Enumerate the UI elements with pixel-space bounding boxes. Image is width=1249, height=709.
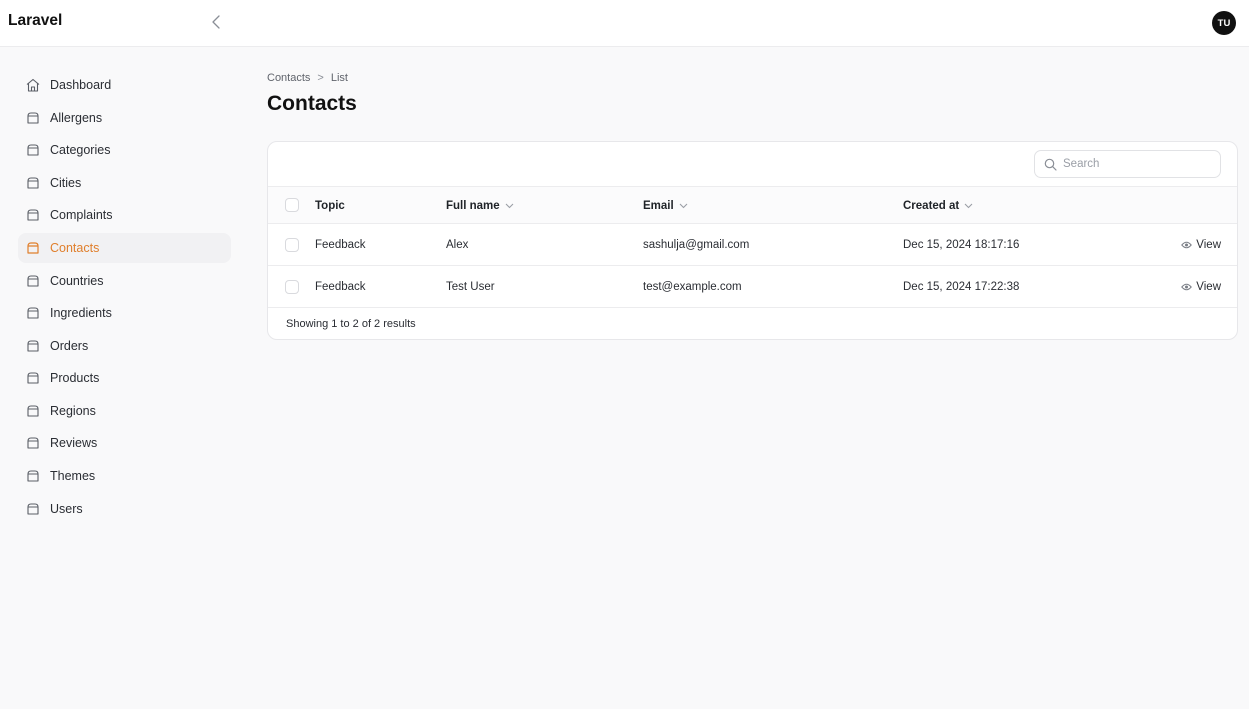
box-icon: [25, 110, 41, 126]
view-button[interactable]: View: [1181, 266, 1221, 307]
table-row[interactable]: Feedback Alex sashulja@gmail.com Dec 15,…: [268, 224, 1237, 266]
collapse-sidebar-button[interactable]: [206, 11, 226, 33]
sidebar-item-label: Allergens: [50, 111, 103, 125]
eye-icon: [1181, 283, 1193, 291]
box-icon: [25, 175, 41, 191]
box-icon: [25, 468, 41, 484]
breadcrumb-parent-link[interactable]: Contacts: [267, 72, 310, 84]
column-header-email[interactable]: Email: [643, 187, 688, 224]
sort-chevron-icon: [679, 203, 688, 209]
row-checkbox[interactable]: [285, 280, 299, 294]
box-icon: [25, 207, 41, 223]
column-label: Topic: [315, 199, 345, 212]
top-bar: Laravel TU: [0, 0, 1249, 47]
sidebar-item-categories[interactable]: Categories: [18, 135, 231, 165]
sidebar-item-label: Categories: [50, 143, 111, 157]
sidebar-item-users[interactable]: Users: [18, 494, 231, 524]
view-label: View: [1196, 280, 1221, 293]
brand-logo[interactable]: Laravel: [8, 12, 62, 30]
view-label: View: [1196, 238, 1221, 251]
sort-chevron-icon: [964, 203, 973, 209]
sidebar-item-complaints[interactable]: Complaints: [18, 200, 231, 230]
cell-email: sashulja@gmail.com: [643, 238, 750, 251]
eye-icon: [1181, 241, 1193, 249]
sidebar-item-contacts[interactable]: Contacts: [18, 233, 231, 263]
sidebar-item-label: Themes: [50, 469, 96, 483]
sidebar-item-label: Reviews: [50, 436, 98, 450]
column-label: Full name: [446, 199, 500, 212]
search-icon: [1044, 158, 1057, 171]
sidebar-item-regions[interactable]: Regions: [18, 396, 231, 426]
search-field[interactable]: [1034, 150, 1221, 178]
column-header-full-name[interactable]: Full name: [446, 187, 514, 224]
box-icon: [25, 435, 41, 451]
breadcrumb: Contacts > List: [267, 72, 348, 84]
column-header-topic: Topic: [315, 187, 345, 224]
table-row[interactable]: Feedback Test User test@example.com Dec …: [268, 266, 1237, 308]
table-header: Topic Full name Email Created at: [268, 186, 1237, 224]
sidebar-item-label: Cities: [50, 176, 82, 190]
box-icon: [25, 142, 41, 158]
box-icon: [25, 273, 41, 289]
cell-email: test@example.com: [643, 280, 742, 293]
chevron-left-icon: [212, 15, 220, 29]
box-icon: [25, 338, 41, 354]
box-icon: [25, 501, 41, 517]
sidebar-item-countries[interactable]: Countries: [18, 266, 231, 296]
sidebar-item-label: Orders: [50, 339, 89, 353]
cell-topic: Feedback: [315, 280, 366, 293]
sidebar-item-ingredients[interactable]: Ingredients: [18, 298, 231, 328]
contacts-table-card: Topic Full name Email Created at Feedbac…: [267, 141, 1238, 340]
box-icon: [25, 370, 41, 386]
row-checkbox[interactable]: [285, 238, 299, 252]
select-all-checkbox[interactable]: [285, 198, 299, 212]
page-title: Contacts: [267, 92, 357, 115]
view-button[interactable]: View: [1181, 224, 1221, 265]
cell-full-name: Alex: [446, 238, 469, 251]
sidebar-item-label: Contacts: [50, 241, 100, 255]
sidebar-item-label: Regions: [50, 404, 96, 418]
sidebar-item-cities[interactable]: Cities: [18, 168, 231, 198]
sidebar-item-label: Products: [50, 371, 100, 385]
box-icon: [25, 240, 41, 256]
search-input[interactable]: [1063, 158, 1203, 170]
cell-created-at: Dec 15, 2024 17:22:38: [903, 280, 1020, 293]
sidebar-item-products[interactable]: Products: [18, 363, 231, 393]
sidebar: Dashboard Allergens Categories Cities Co…: [0, 47, 248, 709]
sidebar-item-orders[interactable]: Orders: [18, 331, 231, 361]
cell-full-name: Test User: [446, 280, 495, 293]
home-icon: [25, 77, 41, 93]
user-avatar[interactable]: TU: [1212, 11, 1236, 35]
column-label: Email: [643, 199, 674, 212]
column-header-created-at[interactable]: Created at: [903, 187, 973, 224]
sidebar-item-label: Countries: [50, 274, 104, 288]
box-icon: [25, 305, 41, 321]
sidebar-item-themes[interactable]: Themes: [18, 461, 231, 491]
sidebar-item-label: Users: [50, 502, 83, 516]
breadcrumb-current: List: [330, 72, 348, 84]
sidebar-item-reviews[interactable]: Reviews: [18, 428, 231, 458]
cell-topic: Feedback: [315, 238, 366, 251]
sidebar-item-label: Dashboard: [50, 78, 112, 92]
sidebar-item-label: Complaints: [50, 208, 113, 222]
sidebar-item-label: Ingredients: [50, 306, 112, 320]
cell-created-at: Dec 15, 2024 18:17:16: [903, 238, 1020, 251]
breadcrumb-separator: >: [317, 72, 324, 84]
pagination-summary: Showing 1 to 2 of 2 results: [286, 318, 416, 330]
sidebar-item-dashboard[interactable]: Dashboard: [18, 70, 231, 100]
sidebar-item-allergens[interactable]: Allergens: [18, 103, 231, 133]
column-label: Created at: [903, 199, 960, 212]
box-icon: [25, 403, 41, 419]
sort-chevron-icon: [505, 203, 514, 209]
